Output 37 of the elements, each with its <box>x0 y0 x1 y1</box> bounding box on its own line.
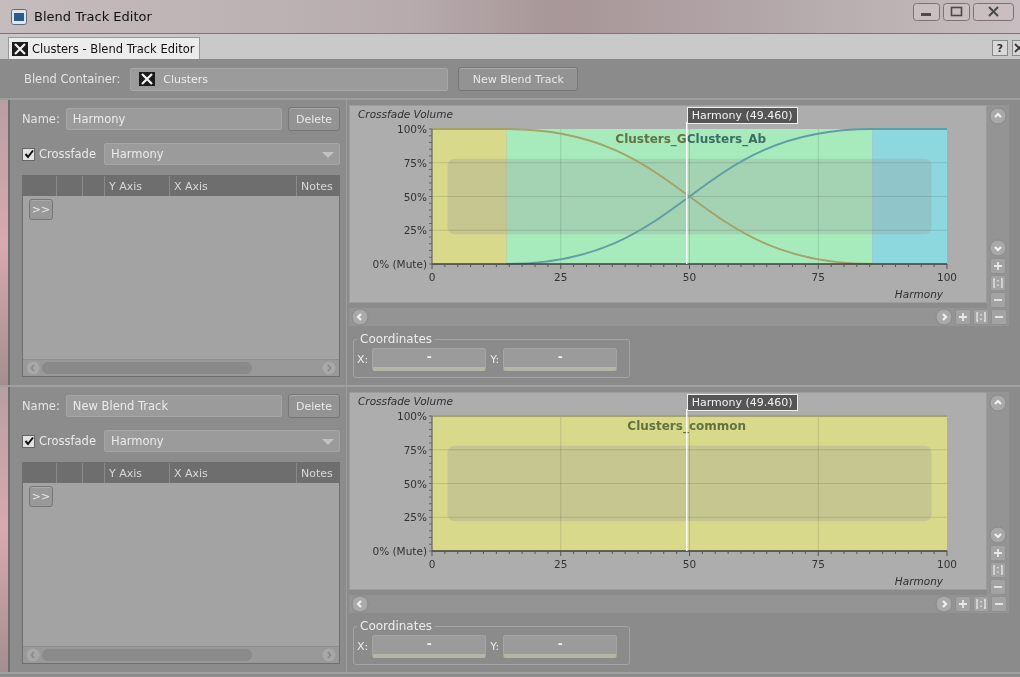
tick-label: 50% <box>403 477 427 490</box>
tick-label: 0 <box>428 271 436 283</box>
window-title: Blend Track Editor <box>34 9 152 24</box>
tick-label: 100 <box>937 558 957 570</box>
tick-label: 75% <box>403 443 427 456</box>
tick-label: 75 <box>811 558 825 570</box>
tick-label: 0 <box>428 558 436 570</box>
coordinate-label: X: <box>357 353 369 366</box>
y-axis-title: Crossfade Volume <box>358 395 453 407</box>
tick-label: 0% (Mute) <box>372 258 427 270</box>
container-label: Blend Container: <box>24 72 121 86</box>
tick-label: 50% <box>403 190 427 203</box>
tick-label: 25 <box>554 558 568 570</box>
tick-label: 50 <box>682 271 697 283</box>
tick-label: 75 <box>811 271 825 283</box>
y-axis-title: Crossfade Volume <box>358 108 453 120</box>
name-label: Name: <box>22 399 60 413</box>
series-label: Clusters_Ab <box>686 132 767 146</box>
tick-label: 25 <box>554 271 568 283</box>
tick-label: 0% (Mute) <box>372 545 427 557</box>
tick-label: 100 <box>937 271 957 283</box>
x-axis-title: Harmony <box>894 575 943 587</box>
tick-label: 75% <box>403 156 427 169</box>
coordinate-label: Y: <box>490 353 500 366</box>
group-title: Coordinates <box>359 332 434 346</box>
x-axis-title: Harmony <box>894 288 943 300</box>
cursor-label: Harmony (49.460) <box>686 394 798 411</box>
coordinate-label: X: <box>357 640 369 653</box>
cursor-label: Harmony (49.460) <box>686 107 798 124</box>
tick-label: 50 <box>682 558 697 570</box>
coordinate-label: Y: <box>490 640 500 653</box>
tick-label: 100% <box>396 123 427 135</box>
tick-label: 25% <box>403 224 427 237</box>
name-label: Name: <box>22 112 60 126</box>
group-title: Coordinates <box>359 619 434 633</box>
tick-label: 25% <box>403 511 427 524</box>
tick-label: 100% <box>396 410 427 422</box>
